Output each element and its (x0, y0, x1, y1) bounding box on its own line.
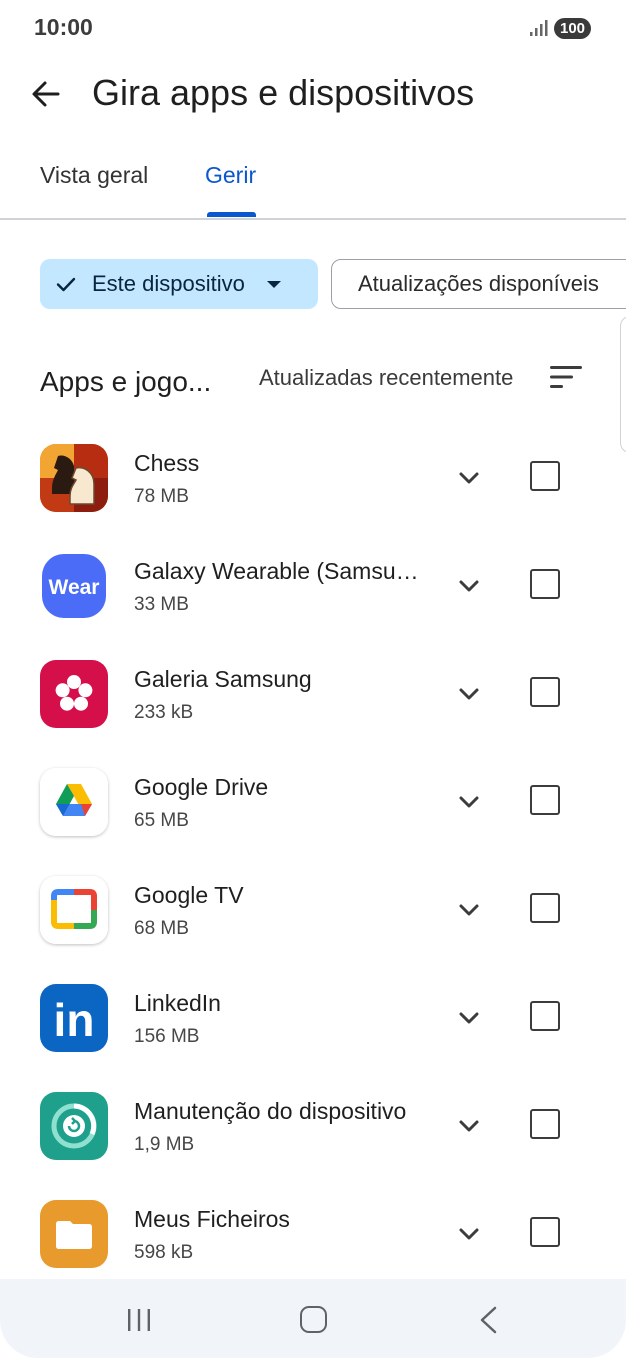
app-size: 233 kB (134, 702, 194, 723)
chevron-down-icon[interactable] (456, 1224, 482, 1244)
app-row-manutencao[interactable]: Manutenção do dispositivo 1,9 MB (0, 1082, 626, 1190)
dropdown-arrow-icon (266, 280, 281, 288)
chevron-down-icon[interactable] (456, 792, 482, 812)
nav-back-icon[interactable] (478, 1305, 498, 1335)
app-size: 33 MB (134, 594, 189, 615)
app-list: Chess 78 MB Wear Galaxy Wearable (Samsun… (0, 434, 626, 1298)
back-arrow-icon[interactable] (28, 76, 64, 112)
app-size: 598 kB (134, 1242, 194, 1263)
flower-icon (40, 660, 108, 728)
app-name: Google TV (134, 882, 244, 908)
home-icon[interactable] (300, 1306, 327, 1333)
chevron-down-icon[interactable] (456, 1008, 482, 1028)
top-app-bar: Gira apps e dispositivos (0, 60, 626, 130)
app-name: Meus Ficheiros (134, 1206, 290, 1232)
chess-knight-icon (40, 444, 108, 512)
app-size: 1,9 MB (134, 1134, 195, 1155)
status-bar: 10:00 100 (0, 0, 626, 56)
app-row-galeria-samsung[interactable]: Galeria Samsung 233 kB (0, 650, 626, 758)
select-checkbox[interactable] (530, 1217, 560, 1247)
check-icon (56, 277, 76, 292)
app-name: Galeria Samsung (134, 666, 312, 692)
app-size: 78 MB (134, 486, 189, 507)
device-filter-chip[interactable]: Este dispositivo (40, 259, 318, 309)
app-row-galaxy-wearable[interactable]: Wear Galaxy Wearable (Samsun... 33 MB (0, 542, 626, 650)
chevron-down-icon[interactable] (456, 576, 482, 596)
signal-icon (530, 20, 548, 36)
section-title: Apps e jogo... (40, 366, 212, 397)
select-checkbox[interactable] (530, 1109, 560, 1139)
sort-label[interactable]: Atualizadas recentemente (259, 365, 513, 391)
google-drive-icon (40, 768, 108, 836)
chevron-down-icon[interactable] (456, 684, 482, 704)
device-filter-label: Este dispositivo (92, 271, 245, 296)
chevron-down-icon[interactable] (456, 900, 482, 920)
chevron-down-icon[interactable] (456, 1116, 482, 1136)
select-checkbox[interactable] (530, 1001, 560, 1031)
tab-indicator (207, 212, 256, 217)
device-care-icon (40, 1092, 108, 1160)
select-checkbox[interactable] (530, 461, 560, 491)
tab-vista-geral[interactable]: Vista geral (40, 162, 148, 189)
wear-icon: Wear (40, 552, 108, 620)
battery-indicator: 100 (554, 18, 592, 39)
app-row-chess[interactable]: Chess 78 MB (0, 434, 626, 542)
sort-icon[interactable] (550, 364, 582, 390)
linkedin-icon: in (40, 984, 108, 1052)
clock: 10:00 (34, 14, 93, 40)
app-row-google-drive[interactable]: Google Drive 65 MB (0, 758, 626, 866)
app-name: Google Drive (134, 774, 269, 800)
app-name: Galaxy Wearable (Samsun... (134, 558, 424, 584)
tab-gerir[interactable]: Gerir (205, 162, 256, 189)
system-navigation-bar (0, 1279, 626, 1358)
recent-apps-icon[interactable] (126, 1307, 152, 1333)
select-checkbox[interactable] (530, 785, 560, 815)
linkedin-icon-label: in (54, 994, 95, 1046)
app-name: Manutenção do dispositivo (134, 1098, 407, 1124)
google-tv-icon (40, 876, 108, 944)
app-name: Chess (134, 450, 200, 476)
wear-icon-label: Wear (49, 576, 100, 599)
tab-bar: Vista geral Gerir (0, 140, 626, 220)
updates-filter-label: Atualizações disponíveis (358, 271, 599, 296)
select-checkbox[interactable] (530, 569, 560, 599)
app-row-google-tv[interactable]: Google TV 68 MB (0, 866, 626, 974)
chevron-down-icon[interactable] (456, 468, 482, 488)
side-panel-edge (620, 316, 626, 453)
app-size: 68 MB (134, 918, 189, 939)
folder-icon (40, 1200, 108, 1268)
page-title: Gira apps e dispositivos (92, 72, 475, 113)
select-checkbox[interactable] (530, 677, 560, 707)
app-size: 156 MB (134, 1026, 200, 1047)
app-name: LinkedIn (134, 990, 221, 1016)
select-checkbox[interactable] (530, 893, 560, 923)
updates-filter-chip[interactable]: Atualizações disponíveis (331, 259, 626, 309)
app-row-linkedin[interactable]: in LinkedIn 156 MB (0, 974, 626, 1082)
app-size: 65 MB (134, 810, 189, 831)
